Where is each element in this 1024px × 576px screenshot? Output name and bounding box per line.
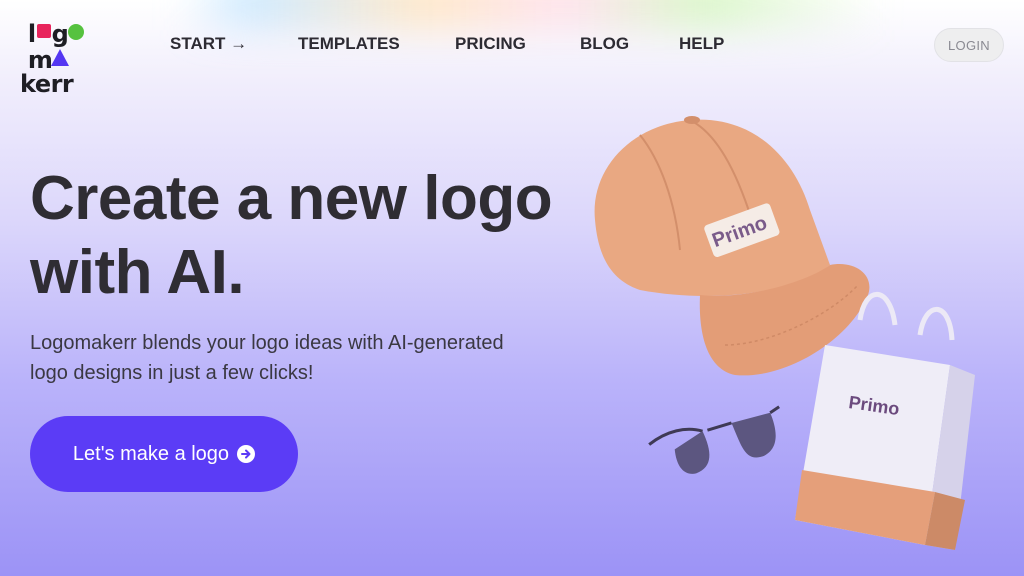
hero-subtitle-line2: logo designs in just a few clicks! <box>30 362 314 384</box>
logo-square-mark <box>37 24 51 38</box>
logo-triangle-mark <box>51 49 69 66</box>
hero-title-line2: with AI. <box>30 238 245 307</box>
cap-image: Primo <box>594 116 870 376</box>
nav-templates[interactable]: TEMPLATES <box>298 34 400 54</box>
hero-title-line1: Create a new logo <box>30 164 553 233</box>
hero-title: Create a new logo with AI. <box>30 162 590 310</box>
nav-start[interactable]: START → <box>170 34 247 54</box>
logo-text-line2: makerr mkerr <box>20 46 74 98</box>
sunglasses-image <box>648 405 780 474</box>
hero-subtitle-line1: Logomakerr blends your logo ideas with A… <box>30 332 504 354</box>
nav-pricing[interactable]: PRICING <box>455 34 526 54</box>
login-button[interactable]: LOGIN <box>934 28 1004 62</box>
nav-help[interactable]: HELP <box>679 34 724 54</box>
header-glow <box>180 0 880 30</box>
make-logo-button[interactable]: Let's make a logo <box>30 416 298 492</box>
hero-subtitle: Logomakerr blends your logo ideas with A… <box>30 328 560 388</box>
nav-blog[interactable]: BLOG <box>580 34 629 54</box>
make-logo-button-label: Let's make a logo <box>72 442 230 465</box>
arrow-circle-right-icon <box>237 445 256 463</box>
logomakerr-logo[interactable]: logo lg makerr mkerr <box>20 18 120 96</box>
logo-circle-mark <box>68 24 84 40</box>
merch-illustration: Primo Primo <box>594 116 975 550</box>
